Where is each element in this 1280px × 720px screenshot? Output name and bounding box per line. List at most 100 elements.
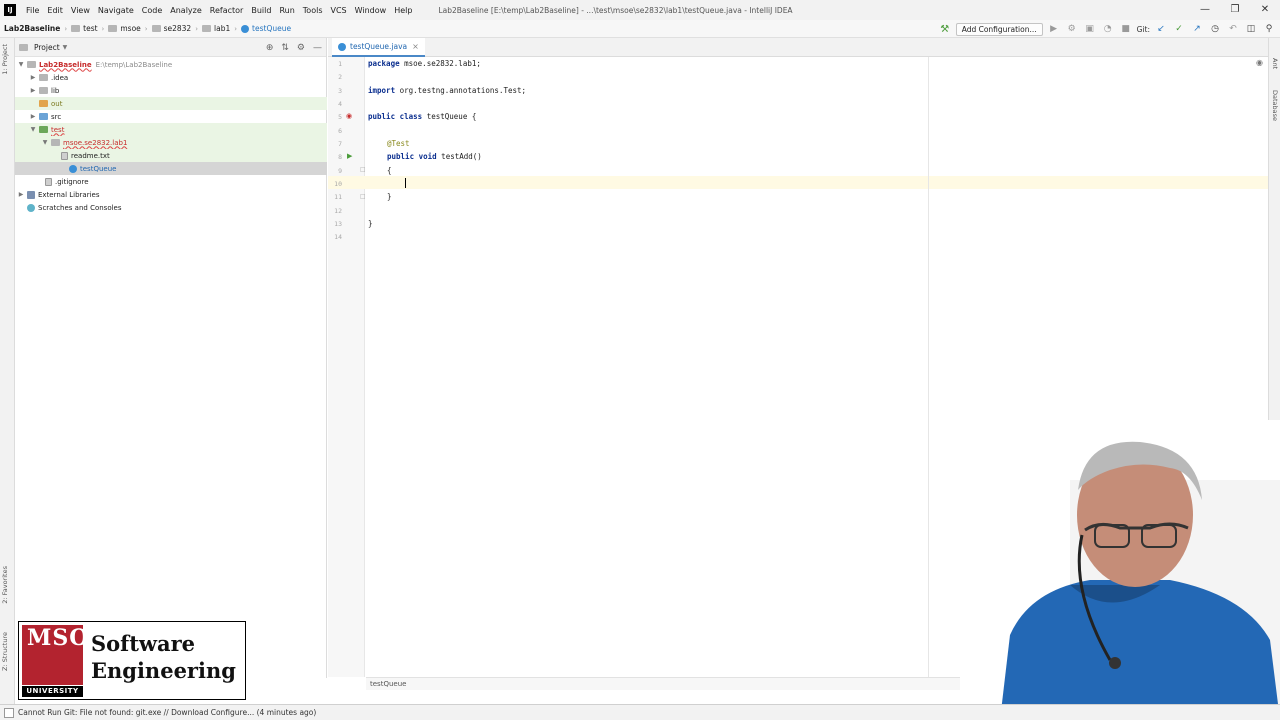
history-icon[interactable]: ◷ [1208, 24, 1222, 34]
menu-tools[interactable]: Tools [299, 6, 327, 15]
tree-item-label: Lab2Baseline [39, 60, 92, 69]
tool-window-structure[interactable]: Z: Structure [1, 632, 9, 671]
tree-item-idea[interactable]: ▶ .idea [15, 71, 327, 84]
minimize-icon[interactable]: — [1190, 0, 1220, 20]
chevron-down-icon[interactable]: ▼ [29, 126, 37, 133]
profile-icon[interactable]: ◔ [1101, 24, 1115, 34]
fold-icon[interactable]: □ [360, 193, 366, 200]
breadcrumb-test-label: test [83, 24, 98, 33]
class-run-icon[interactable]: ◉ [346, 112, 352, 120]
gear-icon[interactable]: ⚙ [297, 43, 305, 53]
line-number: 7 [338, 140, 342, 148]
coverage-icon[interactable]: ▣ [1083, 24, 1097, 34]
test-folder-icon [39, 126, 48, 133]
tree-item-label: .gitignore [55, 177, 89, 186]
tree-item-path: E:\temp\Lab2Baseline [95, 60, 173, 69]
breadcrumb-se2832[interactable]: se2832 [149, 24, 195, 33]
inspection-eye-icon[interactable]: ◉ [1256, 58, 1263, 67]
git-push-icon[interactable]: ↗ [1190, 24, 1204, 34]
tool-window-database[interactable]: Database [1271, 90, 1279, 121]
chevron-down-icon[interactable]: ▼ [63, 44, 68, 51]
add-configuration-button[interactable]: Add Configuration... [955, 22, 1043, 36]
fold-icon[interactable]: □ [360, 166, 366, 173]
stop-icon[interactable]: ■ [1119, 24, 1133, 34]
search-icon[interactable]: ⚲ [1262, 24, 1276, 34]
tree-item-package[interactable]: ▼ msoe.se2832.lab1 [15, 136, 327, 149]
line-number: 9 [338, 167, 342, 175]
breadcrumb-lab1[interactable]: lab1 [199, 24, 233, 33]
breadcrumb-msoe-label: msoe [120, 24, 141, 33]
locate-icon[interactable]: ⊕ [266, 43, 274, 53]
build-hammer-icon[interactable]: ⚒ [938, 24, 952, 35]
left-tool-stripe: 1: Project 2: Favorites Z: Structure [0, 38, 15, 704]
status-message[interactable]: Cannot Run Git: File not found: git.exe … [18, 708, 316, 717]
menu-build[interactable]: Build [247, 6, 275, 15]
tree-item-src[interactable]: ▶ src [15, 110, 327, 123]
breadcrumb-test[interactable]: test [68, 24, 100, 33]
folder-icon [39, 100, 48, 107]
menu-window[interactable]: Window [351, 6, 391, 15]
tree-item-lib[interactable]: ▶ lib [15, 84, 327, 97]
chevron-down-icon[interactable]: ▼ [17, 61, 25, 68]
menu-help[interactable]: Help [390, 6, 416, 15]
folder-icon [39, 87, 48, 94]
status-bar: Cannot Run Git: File not found: git.exe … [0, 704, 1280, 720]
menu-vcs[interactable]: VCS [327, 6, 351, 15]
close-icon[interactable]: ✕ [1250, 0, 1280, 20]
git-commit-icon[interactable]: ✓ [1172, 24, 1186, 34]
library-icon [27, 190, 35, 199]
chevron-down-icon[interactable]: ▼ [41, 139, 49, 146]
logo-line-1: Software [91, 631, 196, 656]
code-text: } [387, 192, 392, 201]
tool-window-favorites[interactable]: 2: Favorites [1, 566, 9, 604]
tool-window-project[interactable]: 1: Project [1, 44, 9, 75]
close-tab-icon[interactable]: × [412, 42, 419, 51]
rollback-icon[interactable]: ↶ [1226, 24, 1240, 34]
menu-run[interactable]: Run [275, 6, 298, 15]
run-icon[interactable]: ▶ [1047, 24, 1061, 34]
tree-item-gitignore[interactable]: .gitignore [15, 175, 327, 188]
project-structure-icon[interactable]: ◫ [1244, 24, 1258, 34]
menu-edit[interactable]: Edit [43, 6, 67, 15]
menu-analyze[interactable]: Analyze [166, 6, 206, 15]
tab-testqueue-java[interactable]: testQueue.java × [332, 38, 425, 57]
git-update-icon[interactable]: ↙ [1154, 24, 1168, 34]
debug-icon[interactable]: ⚙ [1065, 24, 1079, 34]
menu-file[interactable]: File [22, 6, 43, 15]
tree-item-external-libraries[interactable]: ▶ External Libraries [15, 188, 327, 201]
package-icon [51, 139, 60, 146]
tree-item-label: .idea [51, 73, 69, 82]
right-margin-guide [928, 57, 929, 677]
menu-navigate[interactable]: Navigate [94, 6, 138, 15]
chevron-right-icon[interactable]: ▶ [29, 74, 37, 81]
menu-refactor[interactable]: Refactor [206, 6, 248, 15]
menu-code[interactable]: Code [138, 6, 166, 15]
tree-item-out[interactable]: out [15, 97, 327, 110]
tree-item-label: Scratches and Consoles [38, 203, 122, 212]
breadcrumb-msoe[interactable]: msoe [105, 24, 143, 33]
tree-item-test[interactable]: ▼ test [15, 123, 327, 136]
project-view-dropdown[interactable]: Project [34, 43, 60, 52]
line-number: 14 [334, 233, 342, 241]
code-annotation: @Test [387, 139, 410, 148]
breadcrumb-project-label: Lab2Baseline [4, 24, 61, 33]
chevron-right-icon[interactable]: ▶ [29, 113, 37, 120]
breadcrumb-project[interactable]: Lab2Baseline [0, 24, 63, 33]
line-number: 6 [338, 127, 342, 135]
tree-item-label: testQueue [80, 164, 117, 173]
tree-item-testqueue[interactable]: testQueue [15, 162, 327, 175]
tree-item-project-root[interactable]: ▼ Lab2Baseline E:\temp\Lab2Baseline [15, 58, 327, 71]
chevron-right-icon[interactable]: ▶ [29, 87, 37, 94]
menu-view[interactable]: View [67, 6, 94, 15]
toolbar-right: ⚒ Add Configuration... ▶ ⚙ ▣ ◔ ■ Git: ↙ … [938, 20, 1276, 38]
breadcrumb-testqueue[interactable]: testQueue [238, 24, 294, 33]
collapse-all-icon[interactable]: ⇅ [281, 43, 289, 53]
tree-item-readme[interactable]: readme.txt [15, 149, 327, 162]
chevron-right-icon[interactable]: ▶ [17, 191, 25, 198]
tool-window-ant[interactable]: Ant [1271, 58, 1279, 69]
tree-item-scratches[interactable]: Scratches and Consoles [15, 201, 327, 214]
restore-icon[interactable]: ❐ [1220, 0, 1250, 20]
tool-windows-toggle-icon[interactable] [4, 707, 14, 718]
run-test-icon[interactable]: ▶ [347, 152, 352, 160]
hide-icon[interactable]: — [313, 43, 322, 53]
